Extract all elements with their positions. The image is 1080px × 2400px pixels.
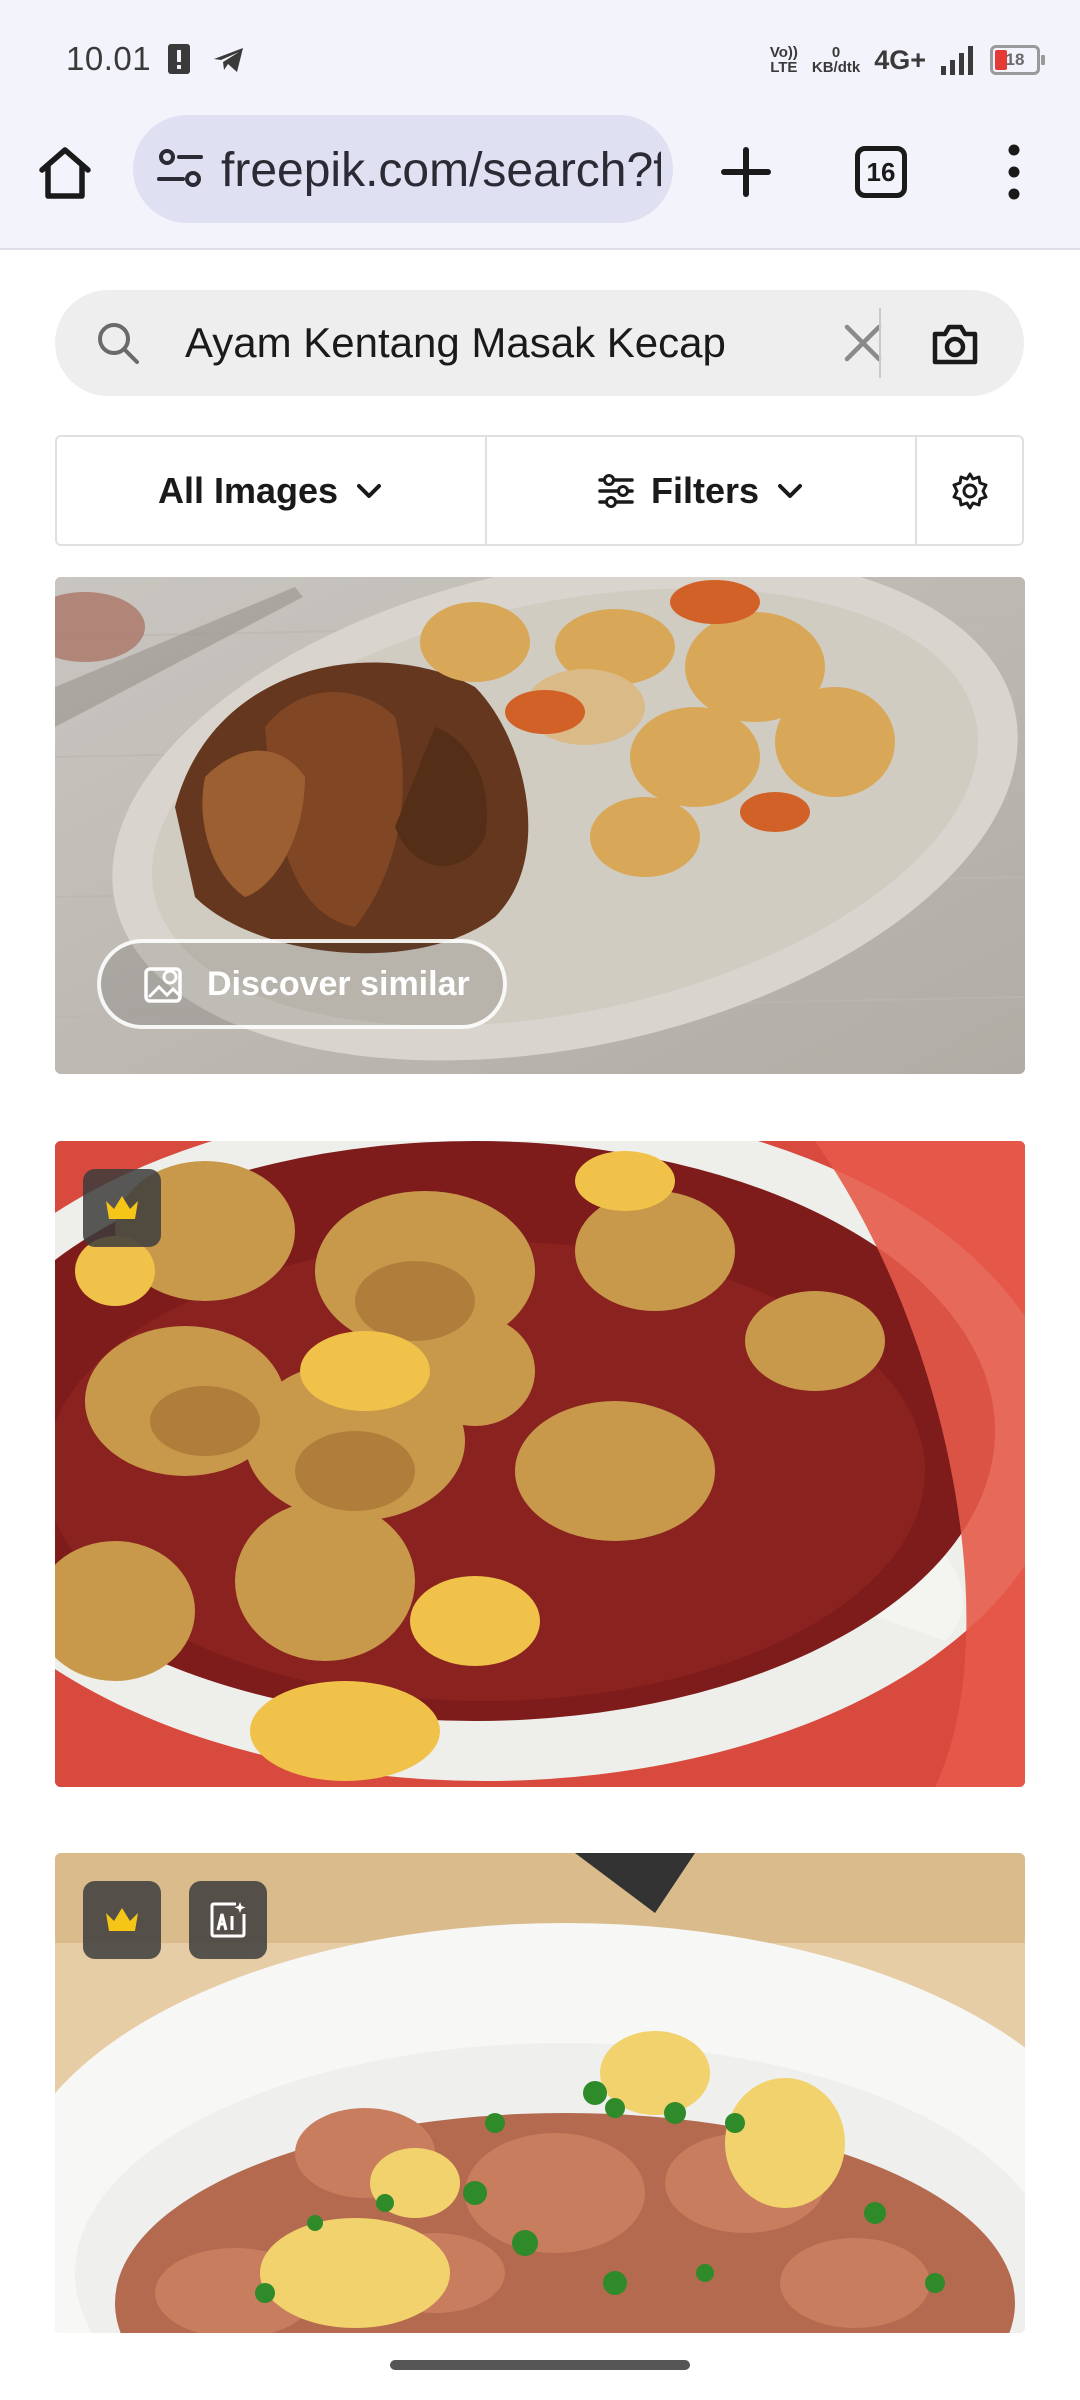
premium-badge xyxy=(83,1169,161,1247)
chevron-down-icon xyxy=(778,483,803,498)
food-photo-chicken-curry xyxy=(55,1141,1025,1787)
result-image-3[interactable] xyxy=(55,1853,1025,2333)
chevron-down-icon xyxy=(357,483,382,498)
status-indicators: Vo)) LTE 0 KB/dtk 4G+ 18 xyxy=(769,36,1045,84)
tab-switcher-button[interactable]: 16 xyxy=(855,146,907,198)
alert-icon xyxy=(168,44,190,74)
crown-icon xyxy=(106,1196,138,1219)
status-bar: 10.01 Vo)) LTE 0 KB/dtk 4G+ 18 xyxy=(0,0,1080,110)
sliders-icon xyxy=(598,473,634,508)
premium-badge xyxy=(83,1881,161,1959)
search-input[interactable] xyxy=(185,310,805,376)
site-info-icon[interactable] xyxy=(153,141,209,197)
ai-icon xyxy=(210,1902,246,1938)
signal-icon xyxy=(941,46,973,75)
search-icon[interactable] xyxy=(95,320,141,366)
filters-dropdown[interactable]: Filters xyxy=(487,437,917,544)
settings-button[interactable] xyxy=(917,437,1022,544)
result-image-1[interactable]: Discover similar xyxy=(55,577,1025,1074)
telegram-icon xyxy=(214,48,243,72)
filters-label: Filters xyxy=(650,469,760,511)
discover-similar-button[interactable]: Discover similar xyxy=(97,939,507,1029)
menu-dots-icon[interactable] xyxy=(996,140,1032,204)
camera-icon[interactable] xyxy=(925,314,985,374)
discover-similar-label: Discover similar xyxy=(207,964,470,1003)
status-time: 10.01 xyxy=(66,40,152,77)
home-icon[interactable] xyxy=(34,142,96,204)
data-rate: 0 KB/dtk xyxy=(811,44,861,76)
all-images-dropdown[interactable]: All Images xyxy=(57,437,487,544)
ai-badge xyxy=(189,1881,267,1959)
image-search-icon xyxy=(144,967,182,1003)
browser-toolbar: freepik.com/search?format 16 xyxy=(0,110,1080,250)
gesture-nav-handle[interactable] xyxy=(390,2360,690,2370)
all-images-label: All Images xyxy=(157,469,339,511)
url-text[interactable]: freepik.com/search?format xyxy=(221,143,661,198)
battery-icon: 18 xyxy=(990,45,1045,75)
crown-icon xyxy=(106,1908,138,1931)
result-image-2[interactable] xyxy=(55,1141,1025,1787)
search-bar xyxy=(55,290,1024,396)
filter-row: All Images Filters xyxy=(55,435,1024,546)
search-divider xyxy=(879,308,881,378)
network-type: 4G+ xyxy=(874,44,926,75)
plus-icon[interactable] xyxy=(714,140,778,204)
gear-icon xyxy=(952,472,987,509)
volte-indicator: Vo)) LTE xyxy=(769,44,798,76)
address-bar[interactable]: freepik.com/search?format xyxy=(133,115,673,223)
